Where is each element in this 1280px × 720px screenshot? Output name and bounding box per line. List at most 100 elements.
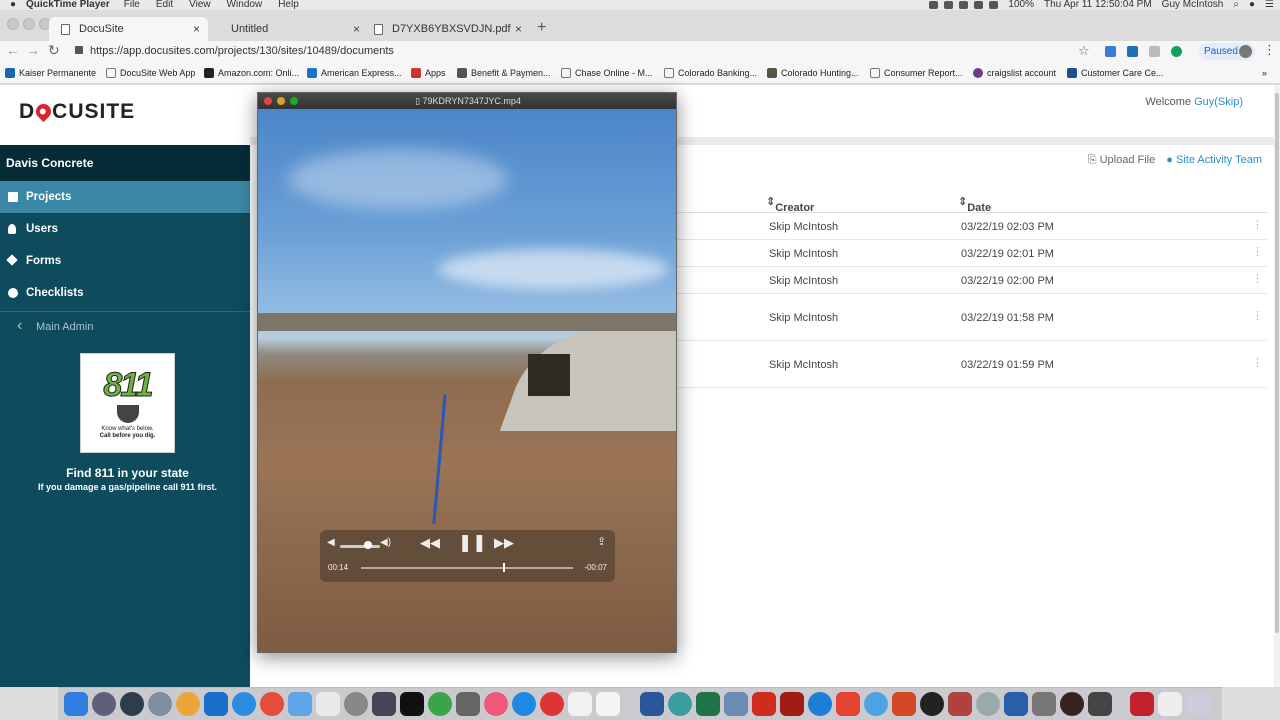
safari-icon[interactable] bbox=[232, 692, 256, 716]
row-menu-icon[interactable]: ⋮ bbox=[1252, 245, 1263, 258]
close-tab-icon[interactable]: × bbox=[515, 22, 522, 36]
status-icon[interactable] bbox=[959, 1, 969, 9]
tab-docusite[interactable]: DocuSite × bbox=[49, 17, 208, 41]
table-row[interactable]: Skip McIntosh 03/22/19 02:01 PM ⋮ bbox=[676, 240, 1267, 267]
zoom-window-button[interactable] bbox=[290, 97, 298, 105]
spotlight-icon[interactable]: ⌕ bbox=[1233, 0, 1239, 10]
todoist-icon[interactable] bbox=[836, 692, 860, 716]
apple-icon[interactable]: ● bbox=[0, 0, 26, 10]
excel-icon[interactable] bbox=[696, 692, 720, 716]
forward-icon[interactable]: → bbox=[26, 42, 40, 58]
image-capture-icon[interactable] bbox=[372, 692, 396, 716]
app-icon[interactable] bbox=[976, 692, 1000, 716]
document-icon[interactable] bbox=[1158, 692, 1182, 716]
word-icon[interactable] bbox=[640, 692, 664, 716]
bookmark[interactable]: Kaiser Permanente bbox=[5, 68, 96, 78]
app-icon[interactable] bbox=[456, 692, 480, 716]
row-menu-icon[interactable]: ⋮ bbox=[1252, 218, 1263, 231]
chrome-menu-icon[interactable]: ⋮ bbox=[1263, 42, 1276, 58]
bookmark[interactable]: Colorado Hunting... bbox=[767, 68, 859, 78]
tab-untitled[interactable]: Untitled × bbox=[201, 17, 368, 41]
close-window-button[interactable] bbox=[7, 18, 19, 30]
upload-file-button[interactable]: ⎘ Upload File bbox=[1088, 154, 1156, 166]
app-icon[interactable] bbox=[1088, 692, 1112, 716]
bookmark[interactable]: Amazon.com: Onli... bbox=[204, 68, 299, 78]
app-icon[interactable] bbox=[1032, 692, 1056, 716]
more-bookmarks-icon[interactable]: » bbox=[1262, 68, 1267, 78]
table-row[interactable]: Skip McIntosh 03/22/19 01:59 PM ⋮ bbox=[676, 341, 1267, 388]
sidebar-item-checklists[interactable]: Checklists bbox=[0, 277, 250, 309]
outlook-icon[interactable] bbox=[204, 692, 228, 716]
textedit-icon[interactable] bbox=[596, 692, 620, 716]
clock[interactable]: Thu Apr 11 12:50:04 PM bbox=[1044, 0, 1152, 10]
battery-level[interactable]: 100% bbox=[1008, 0, 1034, 10]
sidebar-item-users[interactable]: Users bbox=[0, 213, 250, 245]
volume-slider[interactable] bbox=[340, 545, 380, 548]
site-activity-team-button[interactable]: ● Site Activity Team bbox=[1166, 154, 1262, 166]
bookmark[interactable]: Chase Online - M... bbox=[561, 68, 653, 78]
dictionary-icon[interactable] bbox=[948, 692, 972, 716]
scrubber-playhead[interactable] bbox=[503, 563, 506, 572]
share-icon[interactable]: ⇪ bbox=[597, 535, 606, 548]
bookmark[interactable]: Colorado Banking... bbox=[664, 68, 757, 78]
siri-icon[interactable]: ● bbox=[1249, 0, 1255, 10]
itunes-icon[interactable] bbox=[484, 692, 508, 716]
row-menu-icon[interactable]: ⋮ bbox=[1252, 272, 1263, 285]
table-row[interactable]: Skip McIntosh 03/22/19 01:58 PM ⋮ bbox=[676, 294, 1267, 341]
app-store-icon[interactable] bbox=[512, 692, 536, 716]
table-row[interactable]: Skip McIntosh 03/22/19 02:00 PM ⋮ bbox=[676, 267, 1267, 294]
bookmark[interactable]: craigslist account bbox=[973, 68, 1056, 78]
app-icon[interactable] bbox=[1060, 692, 1084, 716]
bookmark[interactable]: American Express... bbox=[307, 68, 402, 78]
status-icon[interactable] bbox=[944, 1, 954, 9]
finder-icon[interactable] bbox=[64, 692, 88, 716]
extension-icon[interactable] bbox=[1105, 46, 1116, 57]
wifi-icon[interactable] bbox=[989, 1, 999, 9]
notification-center-icon[interactable]: ☰ bbox=[1265, 0, 1274, 10]
tab-pdf[interactable]: D7YXB6YBXSVDJN.pdf × bbox=[362, 17, 530, 41]
spotlight-icon[interactable] bbox=[120, 692, 144, 716]
call-811-ad[interactable]: 811 Know what's below. Call before you di… bbox=[80, 353, 175, 453]
bookmark[interactable]: Consumer Report... bbox=[870, 68, 963, 78]
extension-icon[interactable] bbox=[1127, 46, 1138, 57]
main-admin-link[interactable]: Main Admin bbox=[0, 311, 250, 342]
app-menu[interactable]: QuickTime Player bbox=[26, 0, 110, 10]
bookmark[interactable]: DocuSite Web App bbox=[106, 68, 195, 78]
status-icon[interactable] bbox=[974, 1, 984, 9]
menu-view[interactable]: View bbox=[189, 0, 211, 10]
photos-icon[interactable] bbox=[176, 692, 200, 716]
back-icon[interactable]: ← bbox=[6, 42, 20, 58]
teamviewer-icon[interactable] bbox=[808, 692, 832, 716]
app-icon[interactable] bbox=[668, 692, 692, 716]
terminal-icon[interactable] bbox=[400, 692, 424, 716]
acrobat-pro-icon[interactable] bbox=[780, 692, 804, 716]
menu-file[interactable]: File bbox=[124, 0, 140, 10]
powerpoint-icon[interactable] bbox=[892, 692, 916, 716]
row-menu-icon[interactable]: ⋮ bbox=[1252, 309, 1263, 322]
bookmark-star-icon[interactable]: ☆ bbox=[1078, 43, 1090, 59]
page-scrollbar[interactable] bbox=[1274, 85, 1280, 687]
preview-icon[interactable] bbox=[724, 692, 748, 716]
sidebar-item-projects[interactable]: Projects bbox=[0, 181, 250, 213]
calendar-icon[interactable] bbox=[568, 692, 592, 716]
docusite-logo[interactable]: D CUSITE bbox=[19, 100, 135, 124]
close-tab-icon[interactable]: × bbox=[353, 22, 360, 36]
menu-help[interactable]: Help bbox=[278, 0, 299, 10]
trash-icon[interactable] bbox=[1186, 692, 1210, 716]
bookmark[interactable]: Customer Care Ce... bbox=[1067, 68, 1164, 78]
keynote-icon[interactable] bbox=[288, 692, 312, 716]
column-date[interactable]: ⇕ Date bbox=[958, 195, 991, 214]
quicktime-titlebar[interactable]: ▯ 79KDRYN7347JYC.mp4 bbox=[258, 93, 676, 109]
rewind-icon[interactable]: ◀◀ bbox=[420, 535, 440, 551]
scrollbar-thumb[interactable] bbox=[1275, 93, 1279, 633]
extension-icon[interactable] bbox=[1149, 46, 1160, 57]
address-bar[interactable]: https://app.docusites.com/projects/130/s… bbox=[68, 42, 1098, 61]
status-icon[interactable] bbox=[929, 1, 939, 9]
bookmark[interactable]: Apps bbox=[411, 68, 446, 78]
app-icon[interactable] bbox=[920, 692, 944, 716]
quicktime-icon[interactable] bbox=[1130, 692, 1154, 716]
siri-icon[interactable] bbox=[92, 692, 116, 716]
calendar-icon[interactable] bbox=[316, 692, 340, 716]
menu-window[interactable]: Window bbox=[227, 0, 263, 10]
close-tab-icon[interactable]: × bbox=[193, 22, 200, 36]
